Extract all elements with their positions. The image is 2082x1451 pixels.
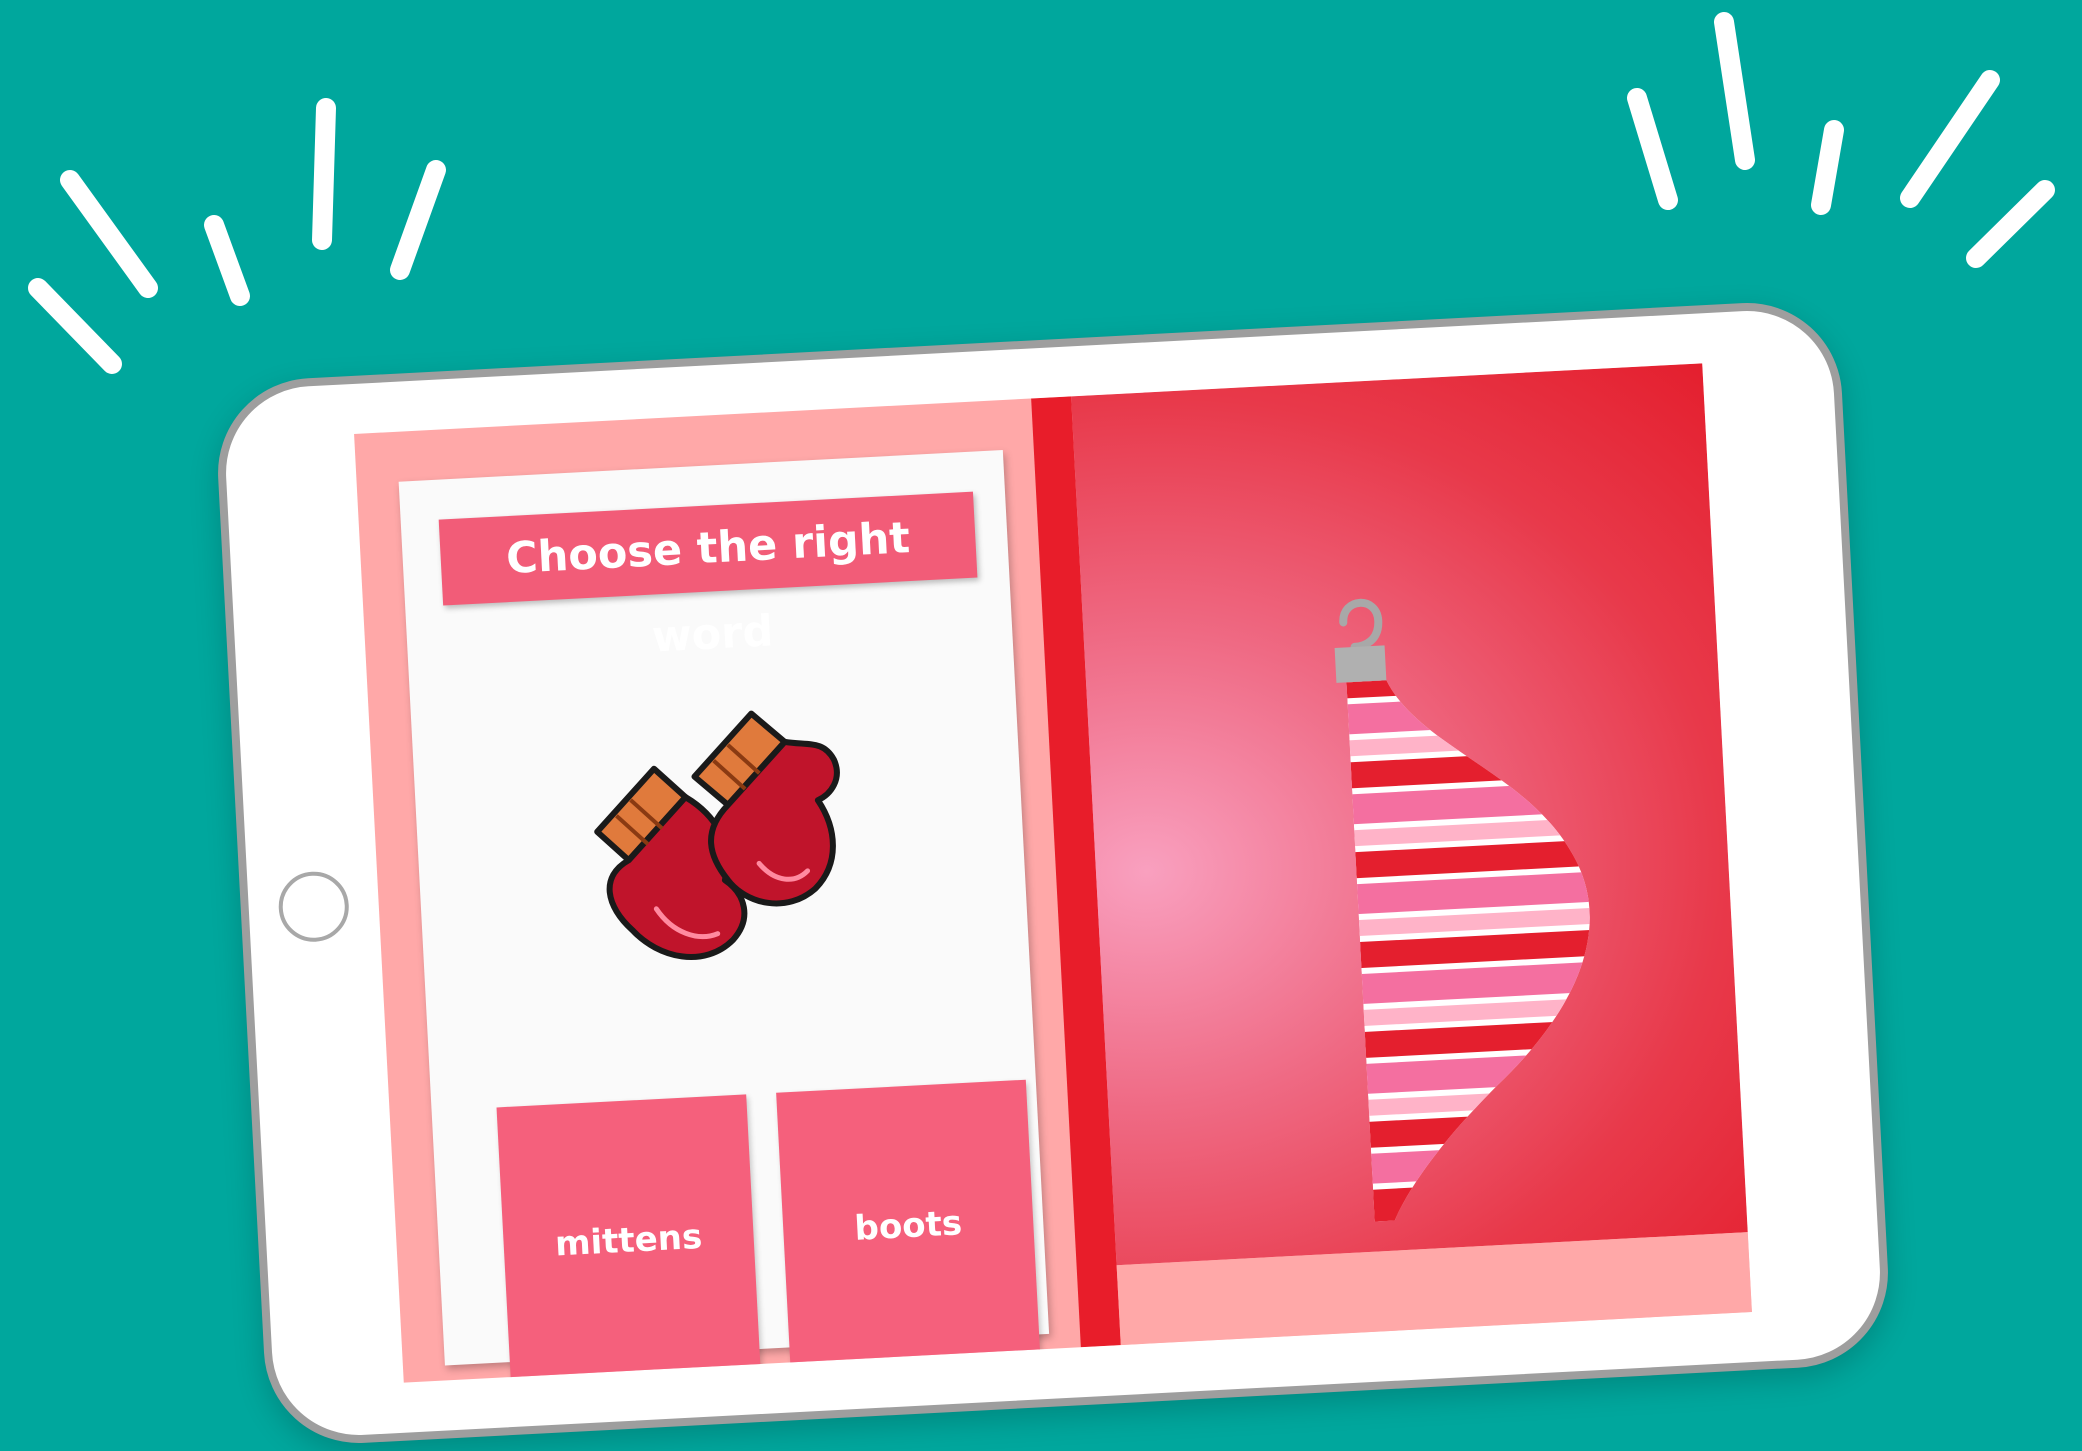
- slide-screen: Choose the right word mittens boots: [354, 363, 1752, 1383]
- mittens-icon: [594, 710, 840, 961]
- home-button[interactable]: [276, 869, 351, 944]
- ornament-panel: [1071, 363, 1748, 1266]
- activity-card: Choose the right word mittens boots: [398, 450, 1050, 1383]
- answer-button-boots[interactable]: boots: [776, 1079, 1041, 1373]
- answer-button-mittens[interactable]: mittens: [496, 1094, 761, 1383]
- tablet-frame: Choose the right word mittens boots: [213, 298, 1893, 1448]
- striped-ornament-half-icon: [1334, 598, 1606, 1222]
- activity-title: Choose the right word: [438, 491, 978, 663]
